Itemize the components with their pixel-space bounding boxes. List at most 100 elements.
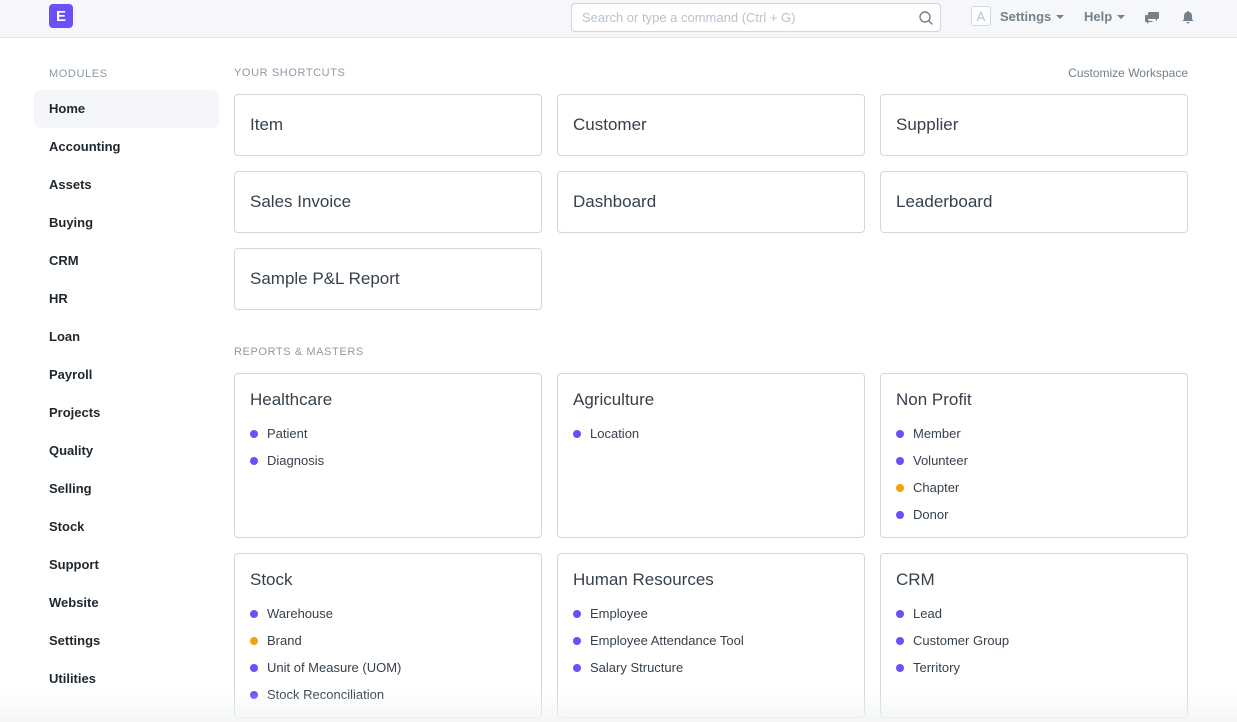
status-dot-icon [250, 429, 258, 438]
card-link-label: Salary Structure [590, 660, 684, 675]
shortcuts-grid: Item Customer Supplier Sales Invoice Dashboa… [234, 94, 1188, 310]
card-title[interactable]: Healthcare [250, 390, 526, 410]
card-link[interactable]: Stock Reconciliation [250, 681, 526, 708]
sidebar-item-assets[interactable]: Assets [34, 166, 219, 204]
card-link-label: Member [913, 426, 961, 441]
shortcut-supplier[interactable]: Supplier [880, 94, 1188, 156]
search-input[interactable] [572, 4, 902, 31]
status-dot-icon [896, 483, 904, 492]
card-link-label: Chapter [913, 480, 960, 495]
sidebar-item-crm[interactable]: CRM [34, 242, 219, 280]
card-link-label: Lead [913, 606, 942, 621]
sidebar-item-buying[interactable]: Buying [34, 204, 219, 242]
search-bar[interactable] [571, 3, 941, 32]
card-link-label: Employee [590, 606, 648, 621]
reports-section-title: REPORTS & MASTERS [234, 346, 364, 358]
notification-bell-icon[interactable] [1180, 9, 1196, 25]
user-avatar[interactable]: A [971, 6, 991, 26]
chat-icon[interactable] [1144, 9, 1160, 25]
shortcut-dashboard[interactable]: Dashboard [557, 171, 865, 233]
status-dot-icon [896, 456, 904, 465]
shortcut-leaderboard[interactable]: Leaderboard [880, 171, 1188, 233]
status-dot-icon [896, 636, 904, 645]
card-link[interactable]: Volunteer [896, 447, 1172, 474]
card-link[interactable]: Donor [896, 501, 1172, 528]
shortcut-sales-invoice[interactable]: Sales Invoice [234, 171, 542, 233]
card-link-label: Location [590, 426, 640, 441]
customize-workspace-link[interactable]: Customize Workspace [1068, 66, 1188, 80]
card-link-label: Unit of Measure (UOM) [267, 660, 402, 675]
search-icon[interactable] [918, 10, 934, 26]
sidebar-item-payroll[interactable]: Payroll [34, 356, 219, 394]
report-card-non-profit: Non Profit Member Volunteer Chapter Donor [880, 373, 1188, 538]
caret-down-icon [1117, 14, 1126, 19]
sidebar-item-stock[interactable]: Stock [34, 508, 219, 546]
status-dot-icon [573, 429, 581, 438]
shortcut-customer[interactable]: Customer [557, 94, 865, 156]
card-title[interactable]: CRM [896, 570, 1172, 590]
card-link[interactable]: Customer Group [896, 627, 1172, 654]
card-link-label: Customer Group [913, 633, 1010, 648]
report-card-healthcare: Healthcare Patient Diagnosis [234, 373, 542, 538]
card-link[interactable]: Unit of Measure (UOM) [250, 654, 526, 681]
card-link[interactable]: Lead [896, 600, 1172, 627]
help-dropdown-label: Help [1084, 9, 1113, 24]
settings-dropdown-label: Settings [1000, 9, 1052, 24]
status-dot-icon [573, 636, 581, 645]
card-link[interactable]: Diagnosis [250, 447, 526, 474]
sidebar-item-website[interactable]: Website [34, 584, 219, 622]
card-link[interactable]: Location [573, 420, 849, 447]
report-card-stock: Stock Warehouse Brand Unit of Measure (UOM)… [234, 553, 542, 718]
sidebar-item-quality[interactable]: Quality [34, 432, 219, 470]
card-link[interactable]: Employee Attendance Tool [573, 627, 849, 654]
status-dot-icon [250, 690, 258, 699]
status-dot-icon [896, 609, 904, 618]
status-dot-icon [896, 663, 904, 672]
sidebar-title: MODULES [49, 68, 108, 80]
help-dropdown[interactable]: Help [1084, 9, 1126, 24]
app-logo[interactable]: E [49, 4, 73, 28]
card-link-label: Patient [267, 426, 308, 441]
navbar: E A Settings Help [0, 0, 1237, 38]
report-card-crm: CRM Lead Customer Group Territory [880, 553, 1188, 718]
sidebar-item-projects[interactable]: Projects [34, 394, 219, 432]
card-title[interactable]: Stock [250, 570, 526, 590]
sidebar-item-hr[interactable]: HR [34, 280, 219, 318]
report-card-agriculture: Agriculture Location [557, 373, 865, 538]
shortcut-item[interactable]: Item [234, 94, 542, 156]
card-title[interactable]: Agriculture [573, 390, 849, 410]
card-link[interactable]: Territory [896, 654, 1172, 681]
card-link[interactable]: Warehouse [250, 600, 526, 627]
caret-down-icon [1056, 14, 1065, 19]
sidebar: MODULES Home Accounting Assets Buying CRM HR L… [34, 60, 219, 698]
sidebar-item-selling[interactable]: Selling [34, 470, 219, 508]
card-link-label: Diagnosis [267, 453, 325, 468]
sidebar-list: Home Accounting Assets Buying CRM HR Loan Payro… [34, 90, 219, 698]
shortcut-sample-p-l-report[interactable]: Sample P&L Report [234, 248, 542, 310]
sidebar-item-utilities[interactable]: Utilities [34, 660, 219, 698]
status-dot-icon [250, 456, 258, 465]
sidebar-item-support[interactable]: Support [34, 546, 219, 584]
card-link[interactable]: Chapter [896, 474, 1172, 501]
sidebar-item-accounting[interactable]: Accounting [34, 128, 219, 166]
card-link-label: Employee Attendance Tool [590, 633, 744, 648]
card-link[interactable]: Member [896, 420, 1172, 447]
card-link[interactable]: Brand [250, 627, 526, 654]
card-link-label: Volunteer [913, 453, 968, 468]
sidebar-item-loan[interactable]: Loan [34, 318, 219, 356]
card-title[interactable]: Human Resources [573, 570, 849, 590]
settings-dropdown[interactable]: Settings [1000, 9, 1065, 24]
card-link[interactable]: Patient [250, 420, 526, 447]
card-link-label: Warehouse [267, 606, 333, 621]
card-link-label: Brand [267, 633, 302, 648]
report-card-human-resources: Human Resources Employee Employee Attendan… [557, 553, 865, 718]
card-link[interactable]: Salary Structure [573, 654, 849, 681]
sidebar-item-settings[interactable]: Settings [34, 622, 219, 660]
status-dot-icon [573, 663, 581, 672]
card-title[interactable]: Non Profit [896, 390, 1172, 410]
card-link-label: Donor [913, 507, 949, 522]
sidebar-item-home[interactable]: Home [34, 90, 219, 128]
card-link[interactable]: Employee [573, 600, 849, 627]
card-link-label: Territory [913, 660, 960, 675]
reports-grid: Healthcare Patient Diagnosis Agriculture Loc… [234, 373, 1188, 718]
